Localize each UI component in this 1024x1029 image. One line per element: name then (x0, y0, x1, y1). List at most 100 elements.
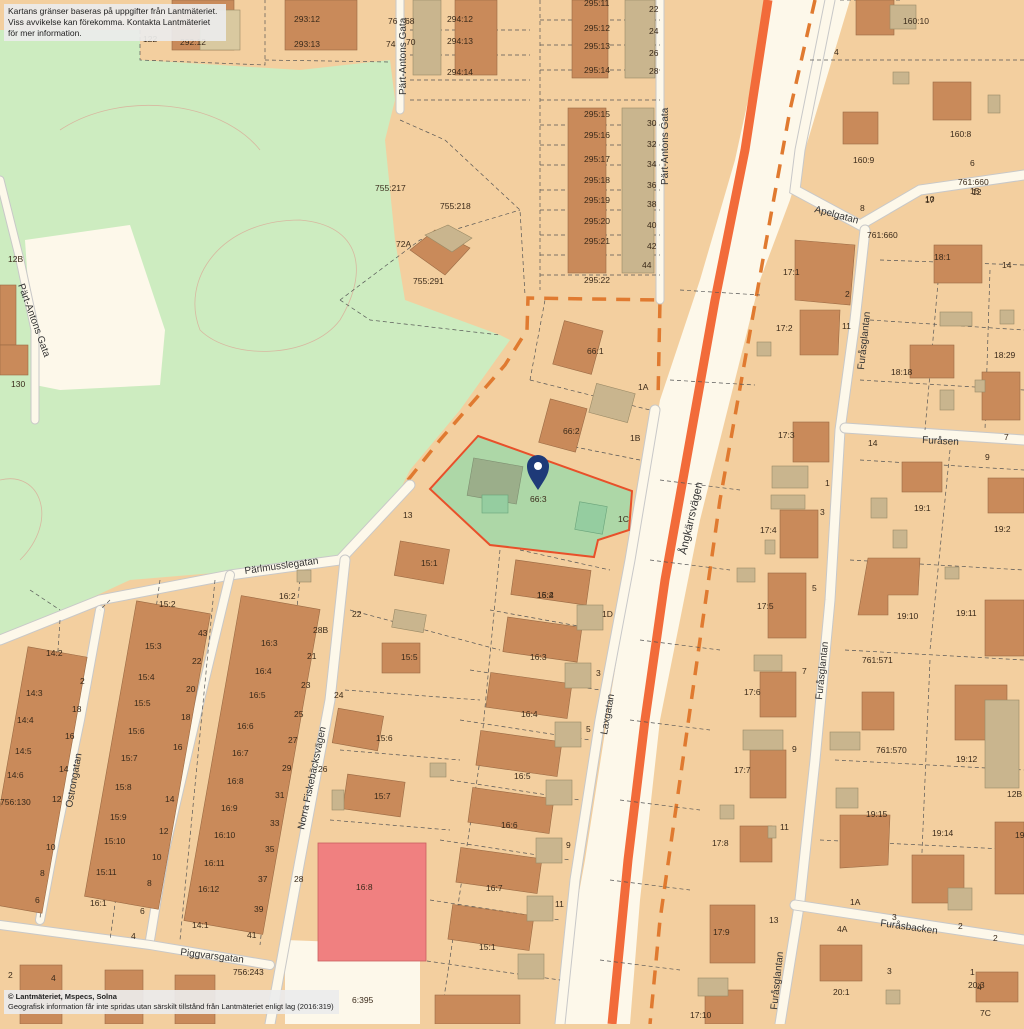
house-number-label: 12B (1007, 789, 1022, 799)
house-number-label: 44 (642, 260, 652, 270)
map-canvas[interactable]: 66:3 Pärt-Antons Gata Pärt-Antons Gata P… (0, 0, 1024, 1029)
house-number-label: 8 (147, 878, 152, 888)
parcel-label: 755:217 (375, 183, 406, 193)
parcel-label: 15:6 (376, 733, 393, 743)
boundary-notice: Kartans gränser baseras på uppgifter frå… (4, 4, 226, 41)
house-number-label: 33 (270, 818, 280, 828)
house-number-label: 41 (247, 930, 257, 940)
parcel-label: 16:5 (249, 690, 266, 700)
highlighted-parcel-15-7[interactable] (317, 842, 427, 962)
parcel-label: 17:1 (783, 267, 800, 277)
house-number-label: 12 (159, 826, 169, 836)
house-number-label: 29 (282, 763, 292, 773)
parcel-label: 15:2 (159, 599, 176, 609)
house-number-label: 32 (647, 139, 657, 149)
house-number-label: 39 (254, 904, 264, 914)
house-number-label: 1B (630, 433, 641, 443)
house-number-label: 14 (868, 438, 878, 448)
parcel-label: 14:1 (192, 920, 209, 930)
house-number-label: 27 (288, 735, 298, 745)
parcel-label: 755:218 (440, 201, 471, 211)
house-number-label: 1 (970, 967, 975, 977)
parcel-label: 295:14 (584, 65, 610, 75)
house-number-label: 26 (649, 48, 659, 58)
house-number-label: 9 (566, 840, 571, 850)
house-number-label: 11 (842, 321, 851, 331)
parcel-label: 761:571 (862, 655, 893, 665)
parcel-label: 756:243 (233, 967, 264, 977)
house-number-label: 2 (80, 676, 85, 686)
house-number-label: 31 (275, 790, 285, 800)
copyright-notice: © Lantmäteriet, Mspecs, Solna Geografisk… (4, 990, 339, 1014)
parcel-label: 18:18 (891, 367, 913, 377)
house-number-label: 1A (850, 897, 861, 907)
parcel-label: 761:660 (867, 230, 898, 240)
house-number-label: 37 (258, 874, 268, 884)
house-number-label: 42 (647, 241, 657, 251)
parcel-label: 293:13 (294, 39, 320, 49)
parcel-label: 15:6 (128, 726, 145, 736)
parcel-label: 755:291 (413, 276, 444, 286)
house-number-label: 5 (586, 724, 591, 734)
parcel-label: 15:1 (479, 942, 496, 952)
house-number-label: 34 (647, 159, 657, 169)
parcel-label: 15:8 (115, 782, 132, 792)
parcel-label: 19:2 (994, 524, 1011, 534)
parcel-label: 17:6 (744, 687, 761, 697)
parcel-label: 19:14 (932, 828, 954, 838)
house-number-label: 7C (980, 1008, 991, 1018)
parcel-label: 15:5 (134, 698, 151, 708)
house-number-label: 14 (59, 764, 69, 774)
parcel-label: 15:5 (401, 652, 418, 662)
parcel-label: 14:5 (15, 746, 32, 756)
parcel-label: 293:12 (294, 14, 320, 24)
parcel-label: 16:3 (530, 652, 547, 662)
parcel-label: 18:1 (934, 252, 951, 262)
house-number-label: 40 (647, 220, 657, 230)
parcel-label: 294:12 (447, 14, 473, 24)
house-number-label: 21 (307, 651, 317, 661)
house-number-label: 12 (972, 187, 982, 197)
house-number-label: 13 (403, 510, 413, 520)
parcel-label: 66:2 (563, 426, 580, 436)
parcel-label: 16:6 (501, 820, 518, 830)
parcel-label: 295:12 (584, 23, 610, 33)
house-number-label: 6 (970, 158, 975, 168)
parcel-label: 18:29 (994, 350, 1016, 360)
house-number-label: 74 (386, 39, 396, 49)
house-number-label: 4 (131, 931, 136, 941)
parcel-label: 19:1 (914, 503, 931, 513)
parcel-label: 20:1 (833, 987, 850, 997)
parcel-label: 761:570 (876, 745, 907, 755)
parcel-label: 16:5 (514, 771, 531, 781)
house-number-label: 20 (186, 684, 196, 694)
parcel-label: 160:9 (853, 155, 875, 165)
parcel-label: 295:11 (584, 0, 610, 8)
house-number-label: 13 (769, 915, 779, 925)
parcel-label: 14:2 (46, 648, 63, 658)
parcel-label: 16:7 (486, 883, 503, 893)
parcel-label: 295:16 (584, 130, 610, 140)
house-number-label: 8 (40, 868, 45, 878)
parcel-label: 16:8 (227, 776, 244, 786)
house-number-label: 30 (647, 118, 657, 128)
house-number-label: 10 (46, 842, 56, 852)
house-number-label: 3 (596, 668, 601, 678)
house-number-label: 22 (649, 4, 659, 14)
house-number-label: 6 (140, 906, 145, 916)
parcel-label: 295:21 (584, 236, 610, 246)
parcel-label: 295:15 (584, 109, 610, 119)
house-number-label: 28B (313, 625, 328, 635)
parcel-label: 16:12 (198, 884, 220, 894)
house-number-label: 2 (8, 970, 13, 980)
parcel-label: 15:3 (145, 641, 162, 651)
parcel-label: 295:20 (584, 216, 610, 226)
parcel-label: 19:13 (1015, 830, 1024, 840)
parcel-label: 15:9 (110, 812, 127, 822)
house-number-label: 28 (294, 874, 304, 884)
parcel-label: 15:1 (421, 558, 438, 568)
house-number-label: 130 (11, 379, 25, 389)
parcel-label: 19:12 (956, 754, 978, 764)
parcel-label: 160:10 (903, 16, 929, 26)
parcel-label: 17:9 (713, 927, 730, 937)
